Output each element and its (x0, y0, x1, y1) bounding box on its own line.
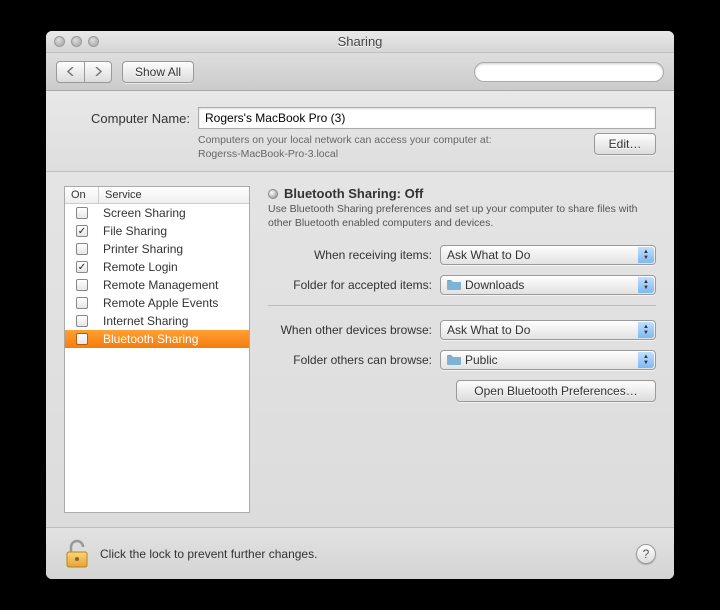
open-bluetooth-prefs-button[interactable]: Open Bluetooth Preferences… (456, 380, 656, 402)
show-all-button[interactable]: Show All (122, 61, 194, 83)
header-on[interactable]: On (65, 187, 99, 203)
service-checkbox[interactable] (76, 333, 88, 345)
service-row[interactable]: ✓ File Sharing (65, 222, 249, 240)
detail-title: Bluetooth Sharing: Off (284, 186, 423, 201)
popup-arrows-icon: ▲▼ (638, 352, 654, 368)
service-name: File Sharing (99, 224, 249, 238)
service-checkbox[interactable]: ✓ (76, 261, 88, 273)
computer-name-section: Computer Name: Computers on your local n… (46, 91, 674, 172)
service-row[interactable]: Bluetooth Sharing (65, 330, 249, 348)
service-name: Remote Apple Events (99, 296, 249, 310)
service-name: Bluetooth Sharing (99, 332, 249, 346)
service-row[interactable]: Internet Sharing (65, 312, 249, 330)
accepted-folder-popup[interactable]: Downloads ▲▼ (440, 275, 656, 295)
service-name: Printer Sharing (99, 242, 249, 256)
service-checkbox[interactable] (76, 207, 88, 219)
browse-folder-label: Folder others can browse: (268, 353, 440, 367)
accepted-folder-label: Folder for accepted items: (268, 278, 440, 292)
service-name: Remote Login (99, 260, 249, 274)
service-list: On Service Screen Sharing ✓ File Sharing Pr… (64, 186, 250, 513)
service-row[interactable]: Printer Sharing (65, 240, 249, 258)
service-row[interactable]: ✓ Remote Login (65, 258, 249, 276)
titlebar[interactable]: Sharing (46, 31, 674, 53)
receiving-items-label: When receiving items: (268, 248, 440, 262)
edit-button[interactable]: Edit… (594, 133, 656, 155)
service-name: Screen Sharing (99, 206, 249, 220)
popup-arrows-icon: ▲▼ (638, 322, 654, 338)
zoom-icon[interactable] (88, 36, 99, 47)
service-name: Internet Sharing (99, 314, 249, 328)
chevron-right-icon (94, 67, 102, 76)
detail-description: Use Bluetooth Sharing preferences and se… (268, 203, 656, 230)
service-name: Remote Management (99, 278, 249, 292)
service-checkbox[interactable] (76, 279, 88, 291)
forward-button[interactable] (84, 61, 112, 83)
help-button[interactable]: ? (636, 544, 656, 564)
back-button[interactable] (56, 61, 84, 83)
folder-icon (447, 354, 461, 365)
toolbar: Show All (46, 53, 674, 91)
close-icon[interactable] (54, 36, 65, 47)
window-title: Sharing (46, 34, 674, 49)
detail-pane: Bluetooth Sharing: Off Use Bluetooth Sha… (268, 186, 656, 513)
service-checkbox[interactable] (76, 243, 88, 255)
traffic-lights (54, 36, 99, 47)
computer-name-input[interactable] (198, 107, 656, 129)
service-row[interactable]: Remote Apple Events (65, 294, 249, 312)
main-area: On Service Screen Sharing ✓ File Sharing Pr… (46, 172, 674, 527)
status-indicator-icon (268, 189, 278, 199)
popup-arrows-icon: ▲▼ (638, 277, 654, 293)
lock-text: Click the lock to prevent further change… (100, 547, 626, 561)
service-checkbox[interactable] (76, 315, 88, 327)
browse-popup[interactable]: Ask What to Do ▲▼ (440, 320, 656, 340)
computer-name-desc: Computers on your local network can acce… (198, 133, 582, 161)
sharing-preferences-window: Sharing Show All Computer Name: Compute (46, 31, 674, 579)
footer: Click the lock to prevent further change… (46, 527, 674, 579)
folder-icon (447, 279, 461, 290)
service-row[interactable]: Remote Management (65, 276, 249, 294)
popup-arrows-icon: ▲▼ (638, 247, 654, 263)
service-checkbox[interactable]: ✓ (76, 225, 88, 237)
service-row[interactable]: Screen Sharing (65, 204, 249, 222)
service-checkbox[interactable] (76, 297, 88, 309)
minimize-icon[interactable] (71, 36, 82, 47)
list-header: On Service (65, 187, 249, 204)
lock-icon[interactable] (64, 539, 90, 569)
chevron-left-icon (67, 67, 75, 76)
divider (268, 305, 656, 306)
header-service[interactable]: Service (99, 187, 249, 203)
receiving-items-popup[interactable]: Ask What to Do ▲▼ (440, 245, 656, 265)
nav-segment (56, 61, 112, 83)
browse-folder-popup[interactable]: Public ▲▼ (440, 350, 656, 370)
browse-label: When other devices browse: (268, 323, 440, 337)
content-area: Computer Name: Computers on your local n… (46, 91, 674, 579)
list-body: Screen Sharing ✓ File Sharing Printer Shari… (65, 204, 249, 512)
computer-name-label: Computer Name: (64, 111, 190, 126)
search-input[interactable] (474, 62, 664, 82)
